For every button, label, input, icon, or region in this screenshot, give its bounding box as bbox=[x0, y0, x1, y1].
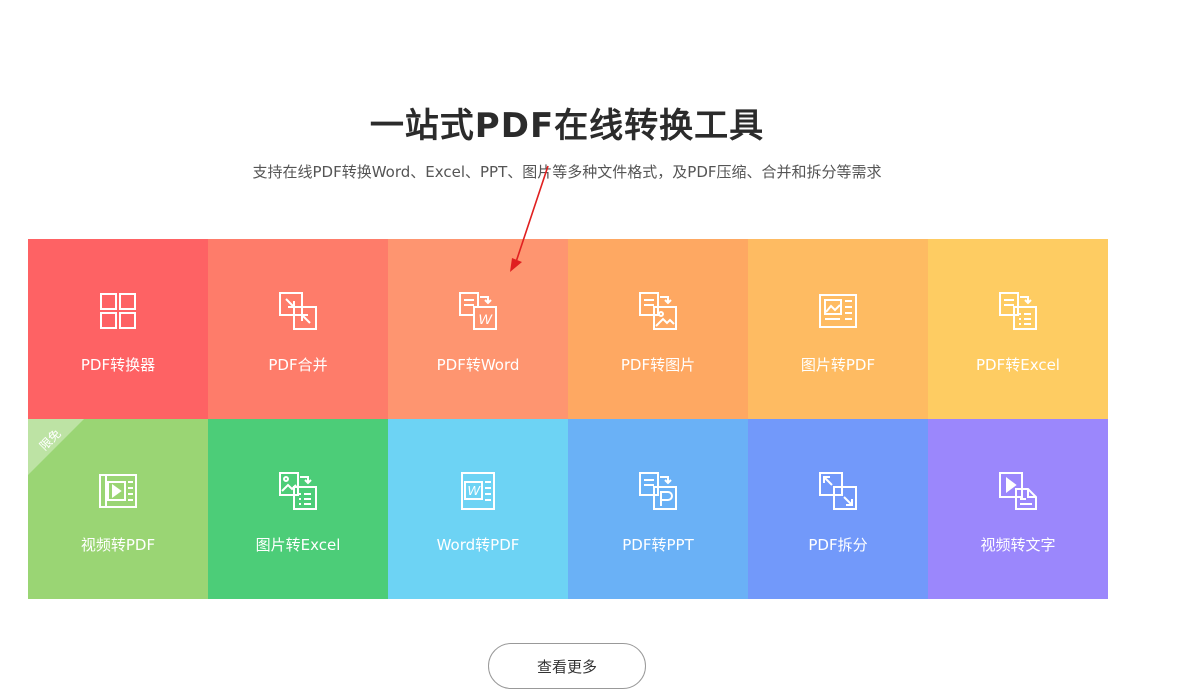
tool-label: Word转PDF bbox=[436, 536, 520, 554]
page-subtitle: 支持在线PDF转换Word、Excel、PPT、图片等多种文件格式，及PDF压缩… bbox=[252, 163, 882, 181]
tool-tile-pdf-to-word[interactable]: W PDF转Word bbox=[388, 239, 568, 419]
tool-tile-image-to-pdf[interactable]: 图片转PDF bbox=[748, 239, 928, 419]
tool-tile-pdf-converter[interactable]: PDF转换器 bbox=[28, 239, 208, 419]
tool-tile-pdf-split[interactable]: PDF拆分 bbox=[748, 419, 928, 599]
tool-tile-pdf-to-excel[interactable]: PDF转Excel bbox=[928, 239, 1108, 419]
video-to-text-icon bbox=[998, 471, 1038, 511]
tool-tile-word-to-pdf[interactable]: W Word转PDF bbox=[388, 419, 568, 599]
doc-to-word-icon: W bbox=[458, 291, 498, 331]
word-to-doc-icon: W bbox=[458, 471, 498, 511]
tool-label: 图片转Excel bbox=[255, 536, 341, 554]
tool-tile-pdf-to-image[interactable]: PDF转图片 bbox=[568, 239, 748, 419]
page-title: 一站式PDF在线转换工具 bbox=[369, 106, 765, 146]
tool-tile-video-to-text[interactable]: 视频转文字 bbox=[928, 419, 1108, 599]
tool-tile-pdf-to-ppt[interactable]: PDF转PPT bbox=[568, 419, 748, 599]
tool-label: PDF转Excel bbox=[976, 356, 1060, 374]
tool-grid: PDF转换器 PDF合并 W PDF转Word PDF转图片 图片转PDF PD… bbox=[28, 239, 1108, 599]
split-arrows-icon bbox=[818, 471, 858, 511]
image-to-excel-icon bbox=[278, 471, 318, 511]
svg-text:W: W bbox=[467, 483, 481, 498]
tool-label: PDF合并 bbox=[268, 356, 328, 374]
video-to-doc-icon bbox=[98, 471, 138, 511]
tool-label: PDF转Word bbox=[436, 356, 520, 374]
svg-text:W: W bbox=[478, 311, 493, 327]
view-more-button[interactable]: 查看更多 bbox=[488, 643, 646, 689]
tool-tile-image-to-excel[interactable]: 图片转Excel bbox=[208, 419, 388, 599]
tool-tile-video-to-pdf[interactable]: 限免 视频转PDF bbox=[28, 419, 208, 599]
tool-tile-pdf-merge[interactable]: PDF合并 bbox=[208, 239, 388, 419]
tool-label: 图片转PDF bbox=[800, 356, 876, 374]
doc-to-ppt-icon bbox=[638, 471, 678, 511]
image-to-doc-icon bbox=[818, 291, 858, 331]
tool-label: 视频转PDF bbox=[80, 536, 156, 554]
grid-four-icon bbox=[98, 291, 138, 331]
tool-label: PDF转图片 bbox=[620, 356, 696, 374]
doc-to-excel-icon bbox=[998, 291, 1038, 331]
tool-label: PDF转换器 bbox=[80, 356, 156, 374]
merge-arrows-icon bbox=[278, 291, 318, 331]
tool-label: 视频转文字 bbox=[980, 536, 1056, 554]
tool-label: PDF拆分 bbox=[808, 536, 868, 554]
doc-to-image-icon bbox=[638, 291, 678, 331]
tool-label: PDF转PPT bbox=[622, 536, 694, 554]
